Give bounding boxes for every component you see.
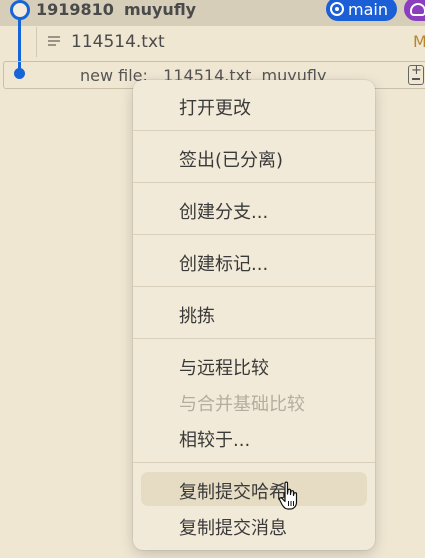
file-lines-icon: [48, 36, 60, 48]
menu-item-copy-message[interactable]: 复制提交消息: [141, 508, 367, 542]
menu-item-checkout-detached[interactable]: 签出(已分离): [141, 140, 367, 174]
menu-item-create-branch[interactable]: 创建分支...: [141, 192, 367, 226]
branch-name: main: [348, 0, 388, 19]
file-name: 114514.txt: [71, 32, 165, 52]
menu-item-create-tag[interactable]: 创建标记...: [141, 244, 367, 278]
menu-divider: [133, 234, 375, 235]
target-icon: [330, 2, 344, 16]
menu-divider: [133, 338, 375, 339]
menu-divider: [133, 286, 375, 287]
hand-cursor-icon: [278, 481, 298, 510]
menu-item-copy-hash[interactable]: 复制提交哈希: [141, 472, 367, 506]
cloud-icon[interactable]: [404, 0, 425, 21]
menu-divider: [133, 130, 375, 131]
menu-item-cherry-pick[interactable]: 挑拣: [141, 296, 367, 330]
graph-working-dot-icon: [14, 68, 25, 79]
commit-hash: 1919810: [36, 0, 114, 19]
menu-item-open-changes[interactable]: 打开更改: [141, 88, 367, 122]
menu-divider: [133, 182, 375, 183]
commit-row[interactable]: 1919810 muyufly main: [0, 0, 425, 26]
file-row[interactable]: 114514.txt M: [36, 27, 425, 57]
add-file-icon[interactable]: [408, 63, 424, 85]
context-menu: 打开更改 签出(已分离) 创建分支... 创建标记... 挑拣 与远程比较 与合…: [133, 80, 375, 550]
file-status-badge: M: [413, 32, 425, 51]
menu-item-compare-with[interactable]: 相较于...: [141, 420, 367, 454]
menu-item-compare-merge-base: 与合并基础比较: [179, 394, 305, 415]
commit-label: 1919810 muyufly: [36, 0, 196, 19]
commit-author: muyufly: [123, 0, 197, 19]
graph-commit-node-icon: [10, 0, 30, 20]
menu-item-compare-remote[interactable]: 与远程比较: [141, 348, 367, 382]
menu-divider: [133, 462, 375, 463]
branch-badge-main[interactable]: main: [326, 0, 397, 21]
